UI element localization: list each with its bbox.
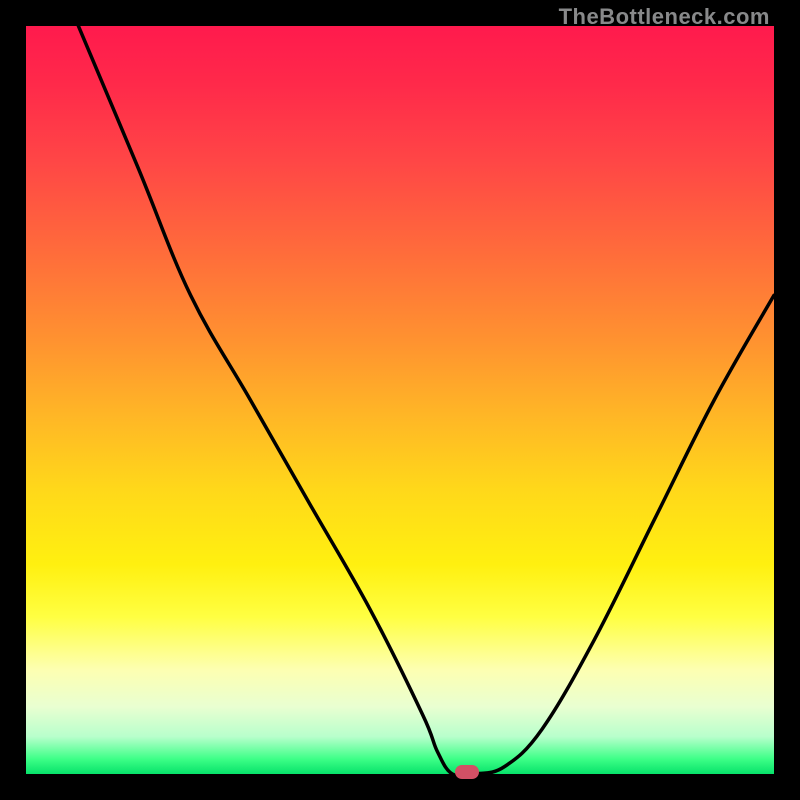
plot-area bbox=[26, 26, 774, 774]
bottleneck-curve bbox=[26, 26, 774, 774]
attribution-watermark: TheBottleneck.com bbox=[559, 4, 770, 30]
optimal-marker bbox=[455, 765, 479, 779]
bottleneck-chart: TheBottleneck.com bbox=[0, 0, 800, 800]
